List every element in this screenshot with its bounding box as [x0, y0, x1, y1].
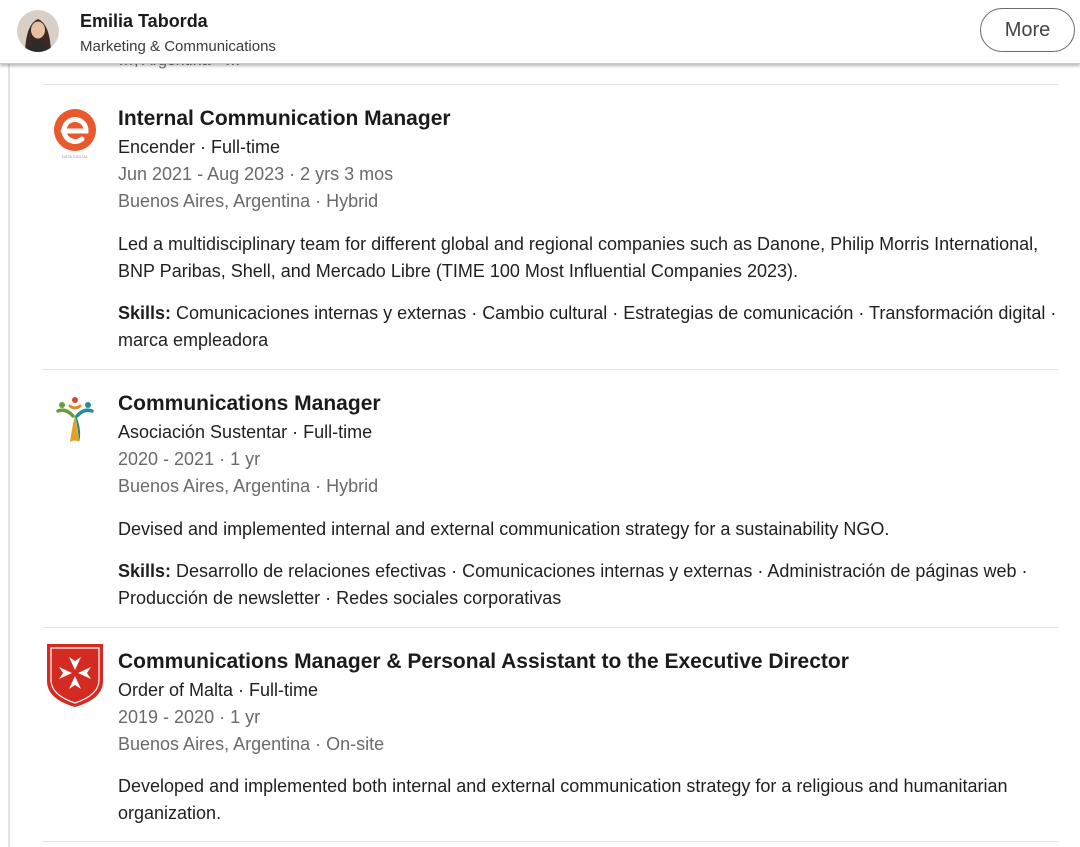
left-rail: [8, 64, 10, 847]
experience-description: Led a multidisciplinary team for differe…: [118, 234, 1039, 281]
experience-company: Order of Malta · Full-time: [118, 680, 319, 700]
experience-description: Devised and implemented internal and ext…: [118, 519, 890, 539]
experience-dates: 2020 - 2021 · 1 yr: [118, 449, 261, 469]
more-button[interactable]: More: [980, 8, 1075, 52]
sustentar-logo[interactable]: [46, 392, 104, 456]
experience-title[interactable]: Communications Manager & Personal Assist…: [118, 650, 849, 674]
profile-name: Emilia Taborda: [80, 11, 208, 31]
experience-location: Buenos Aires, Argentina · On-site: [118, 734, 385, 754]
divider: [42, 84, 1058, 85]
skills-list: Desarrollo de relaciones efectivas · Com…: [118, 561, 1028, 608]
profile-headline: Marketing & Communications: [80, 38, 276, 55]
svg-text:DATA DIGITAL: DATA DIGITAL: [62, 154, 89, 159]
experience-company: Encender · Full-time: [118, 137, 281, 157]
experience-company: Asociación Sustentar · Full-time: [118, 422, 373, 442]
divider: [42, 841, 1058, 842]
encender-logo[interactable]: DATA DIGITAL: [46, 108, 104, 172]
skills-list: Comunicaciones internas y externas · Cam…: [118, 303, 1057, 350]
order-of-malta-logo[interactable]: [46, 643, 104, 707]
experience-description: Developed and implemented both internal …: [118, 776, 1008, 823]
experience-skills[interactable]: Skills: Desarrollo de relaciones efectiv…: [118, 558, 1063, 612]
skills-label: Skills:: [118, 303, 172, 323]
experience-dates: Jun 2021 - Aug 2023 · 2 yrs 3 mos: [118, 164, 394, 184]
experience-title[interactable]: Communications Manager: [118, 392, 381, 416]
experience-location: Buenos Aires, Argentina · Hybrid: [118, 191, 379, 211]
divider: [42, 627, 1058, 628]
experience-skills[interactable]: Skills: Comunicaciones internas y extern…: [118, 300, 1063, 354]
skills-label: Skills:: [118, 561, 172, 581]
divider: [42, 369, 1058, 370]
experience-title[interactable]: Internal Communication Manager: [118, 107, 451, 131]
profile-sticky-header: Emilia Taborda Marketing & Communication…: [0, 0, 1080, 64]
experience-dates: 2019 - 2020 · 1 yr: [118, 707, 261, 727]
experience-location: Buenos Aires, Argentina · Hybrid: [118, 476, 379, 496]
avatar[interactable]: [17, 10, 59, 52]
